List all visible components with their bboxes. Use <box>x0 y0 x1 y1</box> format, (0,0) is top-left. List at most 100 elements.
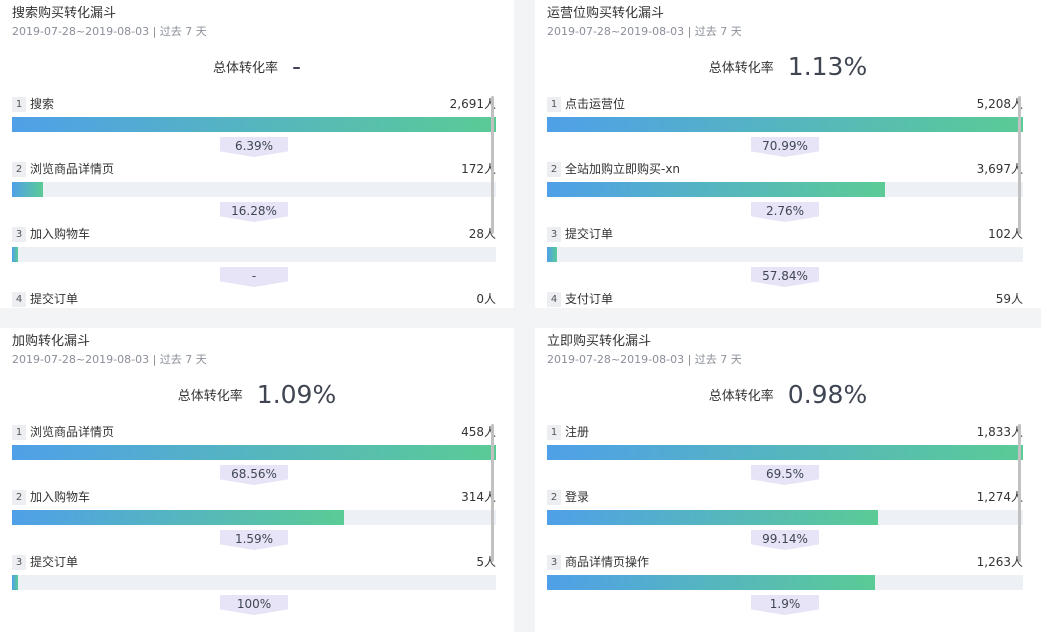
step-count: 59人 <box>995 292 1023 306</box>
card-title: 加购转化漏斗 <box>12 334 91 349</box>
overall-conversion-value: 1.13% <box>787 51 868 81</box>
step-name: 提交订单 <box>30 292 79 306</box>
step-header: 4 支付订单 59人 <box>547 291 1023 308</box>
funnel-step[interactable]: 3 商品详情页操作 1,263人 1.9% <box>547 554 1023 619</box>
overall-conversion-label: 总体转化率 <box>708 388 774 404</box>
step-number: 2 <box>12 490 26 505</box>
step-bar-track <box>12 117 496 132</box>
overall-conversion-value: 0.98% <box>787 379 868 409</box>
funnel-step[interactable]: 2 加入购物车 314人 1.59% <box>12 489 496 554</box>
step-bar-track <box>547 182 1023 197</box>
step-conversion-rate: 69.5% <box>751 465 819 485</box>
step-bar-track <box>12 445 496 460</box>
funnel-step[interactable]: 1 浏览商品详情页 458人 68.56% <box>12 424 496 489</box>
card-title: 搜索购买转化漏斗 <box>12 6 117 21</box>
funnel-steps-list[interactable]: 1 点击运营位 5,208人 70.99% 2 全站加购立即购买-xn 3,697人 2.76… <box>547 96 1023 308</box>
step-name: 点击运营位 <box>565 97 626 111</box>
step-bar-fill <box>12 117 496 132</box>
funnel-step[interactable]: 2 登录 1,274人 99.14% <box>547 489 1023 554</box>
step-bar-track <box>12 182 496 197</box>
step-number: 4 <box>12 292 26 307</box>
step-name: 商品详情页操作 <box>565 555 650 569</box>
step-count: 0人 <box>476 292 496 306</box>
scrollbar-thumb[interactable] <box>1018 424 1021 562</box>
card-header: 运营位购买转化漏斗 2019-07-28~2019-08-03 | 过去 7 天 <box>547 6 742 39</box>
funnel-step[interactable]: 2 浏览商品详情页 172人 16.28% <box>12 161 496 226</box>
scrollbar-thumb[interactable] <box>1018 96 1021 234</box>
step-number: 1 <box>547 97 561 112</box>
overall-conversion-label: 总体转化率 <box>212 60 278 76</box>
step-count: 1,833人 <box>976 425 1023 439</box>
step-header: 1 浏览商品详情页 458人 <box>12 424 496 441</box>
step-bar-track <box>547 575 1023 590</box>
step-bar-fill <box>12 247 18 262</box>
step-header: 3 提交订单 102人 <box>547 226 1023 243</box>
step-number: 4 <box>547 292 561 307</box>
step-header: 3 提交订单 5人 <box>12 554 496 571</box>
funnel-step[interactable]: 1 点击运营位 5,208人 70.99% <box>547 96 1023 161</box>
step-number: 2 <box>547 162 561 177</box>
step-conversion-rate: 1.59% <box>220 530 288 550</box>
funnel-card-buy-now: 立即购买转化漏斗 2019-07-28~2019-08-03 | 过去 7 天总体… <box>535 328 1041 632</box>
step-bar-track <box>12 575 496 590</box>
step-name: 全站加购立即购买-xn <box>565 162 681 176</box>
step-name: 加入购物车 <box>30 227 91 241</box>
step-conversion-rate: 6.39% <box>220 137 288 157</box>
scrollbar-thumb[interactable] <box>491 96 494 234</box>
funnel-step[interactable]: 1 注册 1,833人 69.5% <box>547 424 1023 489</box>
step-count: 1,263人 <box>976 555 1023 569</box>
step-header: 3 加入购物车 28人 <box>12 226 496 243</box>
funnel-card-search: 搜索购买转化漏斗 2019-07-28~2019-08-03 | 过去 7 天总体… <box>0 0 514 308</box>
step-conversion-rate: - <box>220 267 288 287</box>
step-bar-fill <box>547 510 878 525</box>
card-header: 立即购买转化漏斗 2019-07-28~2019-08-03 | 过去 7 天 <box>547 334 742 367</box>
funnel-step[interactable]: 3 加入购物车 28人 - <box>12 226 496 291</box>
step-name: 提交订单 <box>565 227 614 241</box>
step-conversion-rate: 1.9% <box>751 595 819 615</box>
step-bar-fill <box>12 445 496 460</box>
step-number: 2 <box>547 490 561 505</box>
funnel-step[interactable]: 4 提交订单 0人 <box>12 291 496 308</box>
step-conversion-rate: 16.28% <box>220 202 288 222</box>
step-header: 2 登录 1,274人 <box>547 489 1023 506</box>
card-title: 立即购买转化漏斗 <box>547 334 652 349</box>
funnel-steps-list[interactable]: 1 浏览商品详情页 458人 68.56% 2 加入购物车 314人 1.59% 3 提交订单 5人… <box>12 424 496 632</box>
step-number: 2 <box>12 162 26 177</box>
step-header: 2 加入购物车 314人 <box>12 489 496 506</box>
overall-conversion: 总体转化率 1.13% <box>535 48 1041 84</box>
funnel-step[interactable]: 3 提交订单 5人 100% <box>12 554 496 619</box>
step-conversion-rate: 57.84% <box>751 267 819 287</box>
step-conversion-rate: 68.56% <box>220 465 288 485</box>
step-conversion-rate: 100% <box>220 595 288 615</box>
step-header: 2 全站加购立即购买-xn 3,697人 <box>547 161 1023 178</box>
step-bar-fill <box>547 117 1023 132</box>
step-bar-track <box>12 510 496 525</box>
card-title: 运营位购买转化漏斗 <box>547 6 665 21</box>
step-bar-fill <box>12 182 43 197</box>
card-header: 搜索购买转化漏斗 2019-07-28~2019-08-03 | 过去 7 天 <box>12 6 207 39</box>
step-bar-fill <box>12 510 345 525</box>
funnel-steps-list[interactable]: 1 注册 1,833人 69.5% 2 登录 1,274人 99.14% 3 商品详情页操作 1,2… <box>547 424 1023 632</box>
step-bar-fill <box>12 575 18 590</box>
step-bar-track <box>547 247 1023 262</box>
step-name: 浏览商品详情页 <box>30 162 115 176</box>
step-number: 1 <box>12 97 26 112</box>
funnel-step[interactable]: 1 搜索 2,691人 6.39% <box>12 96 496 161</box>
funnel-card-operation-slot: 运营位购买转化漏斗 2019-07-28~2019-08-03 | 过去 7 天总… <box>535 0 1041 308</box>
funnel-steps-list[interactable]: 1 搜索 2,691人 6.39% 2 浏览商品详情页 172人 16.28% 3 加入购物车 28… <box>12 96 496 308</box>
funnel-step[interactable]: 2 全站加购立即购买-xn 3,697人 2.76% <box>547 161 1023 226</box>
step-conversion-rate: 99.14% <box>751 530 819 550</box>
overall-conversion: 总体转化率 - <box>0 48 514 84</box>
step-name: 支付订单 <box>565 292 614 306</box>
scrollbar-thumb[interactable] <box>491 424 494 562</box>
funnel-step[interactable]: 4 支付订单 59人 <box>547 291 1023 308</box>
step-number: 3 <box>12 227 26 242</box>
step-count: 5,208人 <box>976 97 1023 111</box>
overall-conversion-value: - <box>291 51 302 81</box>
step-bar-fill <box>547 247 557 262</box>
card-header: 加购转化漏斗 2019-07-28~2019-08-03 | 过去 7 天 <box>12 334 207 367</box>
step-header: 2 浏览商品详情页 172人 <box>12 161 496 178</box>
funnel-card-add-to-cart: 加购转化漏斗 2019-07-28~2019-08-03 | 过去 7 天总体转化… <box>0 328 514 632</box>
overall-conversion: 总体转化率 0.98% <box>535 376 1041 412</box>
funnel-step[interactable]: 3 提交订单 102人 57.84% <box>547 226 1023 291</box>
